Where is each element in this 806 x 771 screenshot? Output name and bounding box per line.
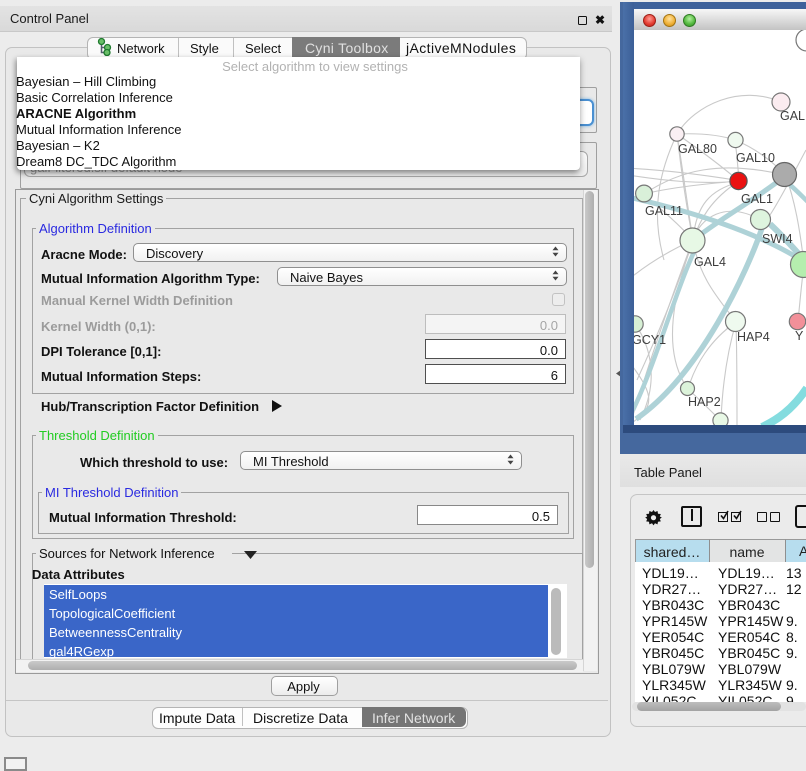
svg-text:GAL11: GAL11	[645, 204, 683, 218]
svg-text:HAP2: HAP2	[688, 395, 721, 409]
svg-text:GAL: GAL	[780, 109, 805, 123]
svg-text:GAL4: GAL4	[694, 255, 726, 269]
svg-text:Y: Y	[795, 329, 804, 343]
svg-text:HAP4: HAP4	[737, 330, 770, 344]
svg-text:GAL10: GAL10	[736, 151, 775, 165]
svg-text:GCY1: GCY1	[634, 333, 666, 347]
svg-text:GAL80: GAL80	[678, 142, 717, 156]
svg-text:GAL1: GAL1	[741, 192, 773, 206]
svg-text:SWI4: SWI4	[762, 232, 793, 246]
